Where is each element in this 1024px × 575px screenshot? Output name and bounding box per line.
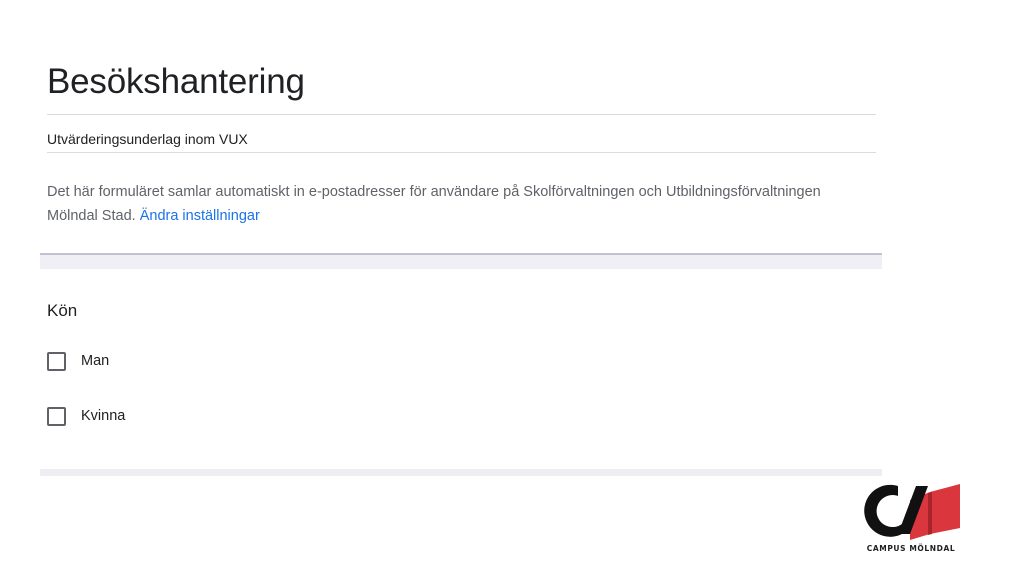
form-title: Besökshantering — [47, 62, 305, 101]
bottom-separator — [40, 469, 882, 476]
logo-mark-icon — [864, 484, 960, 540]
option-kvinna[interactable]: Kvinna — [47, 404, 125, 428]
option-label-kvinna: Kvinna — [81, 408, 126, 424]
form-info-text: Det här formuläret samlar automatiskt in… — [47, 180, 867, 228]
question-card-gender: Kön Man Kvinna — [40, 269, 882, 469]
campus-molndal-logo: CAMPUS MÖLNDAL — [858, 478, 964, 560]
option-label-man: Man — [81, 353, 110, 369]
section-separator — [40, 255, 882, 269]
change-settings-link[interactable]: Ändra inställningar — [140, 208, 260, 224]
option-man[interactable]: Man — [47, 349, 109, 373]
question-title: Kön — [47, 301, 78, 320]
form-subtitle: Utvärderingsunderlag inom VUX — [47, 131, 248, 147]
form-header-card: Besökshantering Utvärderingsunderlag ino… — [40, 50, 882, 255]
checkbox-man[interactable] — [47, 351, 66, 371]
logo-text: CAMPUS MÖLNDAL — [866, 544, 956, 553]
checkbox-kvinna[interactable] — [47, 406, 66, 426]
subtitle-divider — [47, 152, 876, 153]
title-divider — [47, 114, 876, 115]
